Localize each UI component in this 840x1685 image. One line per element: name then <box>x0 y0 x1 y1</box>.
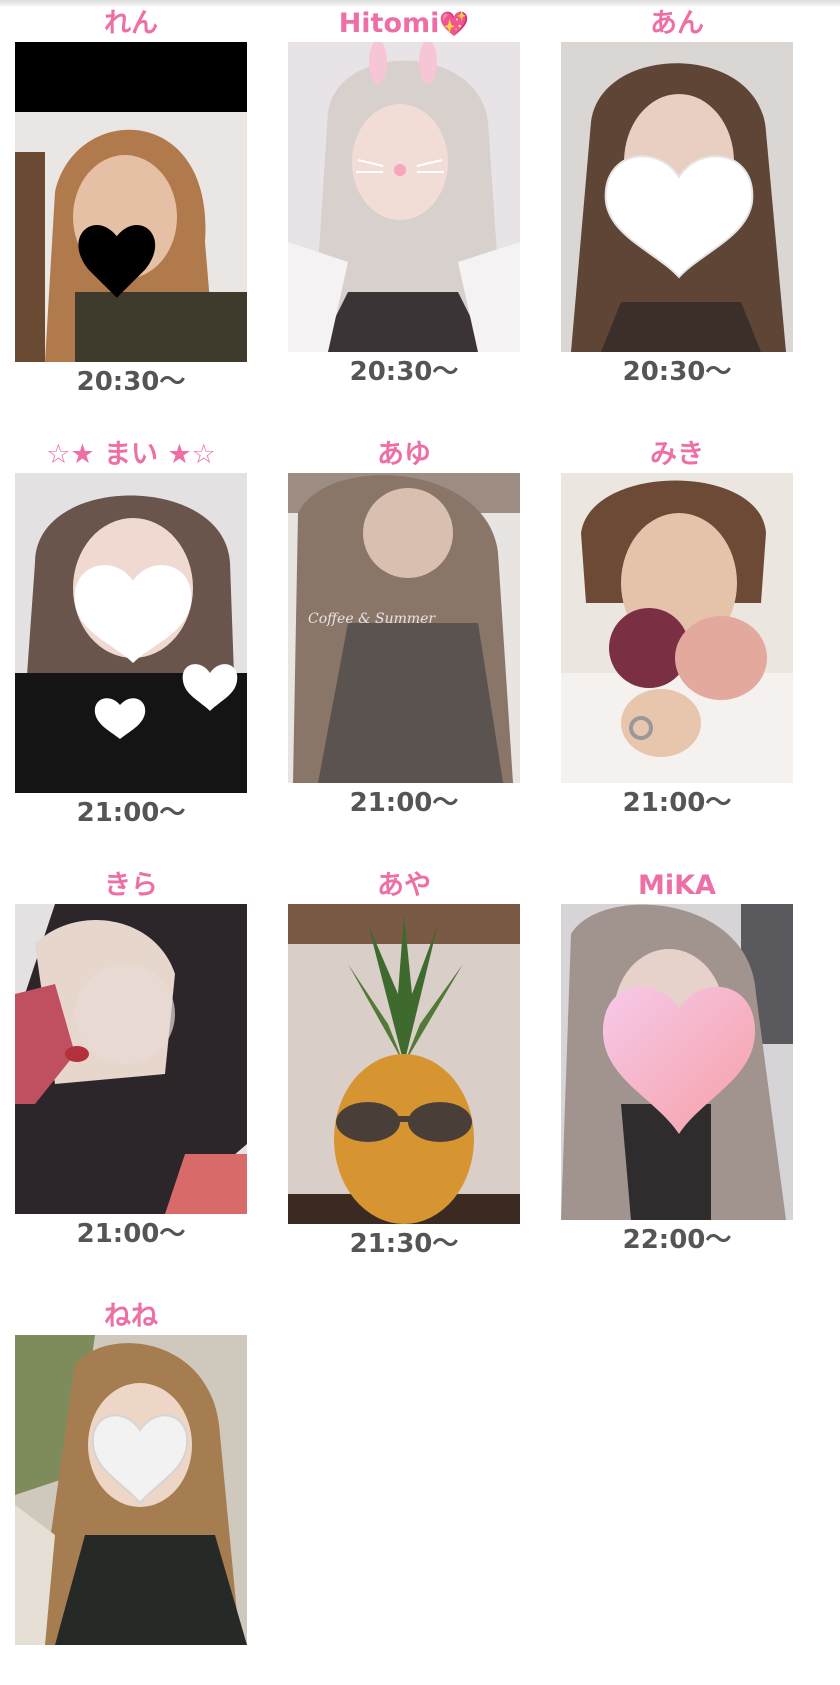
cast-start-time: 21:30〜 <box>349 1229 459 1259</box>
svg-text:Coffee & Summer: Coffee & Summer <box>308 611 436 627</box>
cast-photo[interactable] <box>561 473 793 783</box>
photo-image <box>561 473 793 783</box>
cast-start-time: 21:00〜 <box>76 1219 186 1249</box>
cast-photo[interactable] <box>288 904 520 1224</box>
cast-name[interactable]: れん <box>13 6 249 42</box>
cast-name[interactable]: きら <box>13 868 249 904</box>
cast-card-3[interactable]: ☆★ まい ★☆ 21:00〜 <box>13 437 249 833</box>
photo-image <box>288 904 520 1224</box>
cast-name[interactable]: あん <box>559 6 795 42</box>
cast-card-5[interactable]: みき 21:00〜 <box>559 437 795 823</box>
heart-badge-icon: 💖 <box>439 10 470 38</box>
photo-image <box>15 42 247 362</box>
cast-photo[interactable] <box>15 473 247 793</box>
photo-image <box>561 904 793 1220</box>
cast-name[interactable]: あゆ <box>286 437 522 473</box>
cast-photo[interactable] <box>561 904 793 1220</box>
cast-card-8[interactable]: MiKA 22:00〜 <box>559 868 795 1260</box>
cast-photo[interactable]: Coffee & Summer <box>288 473 520 783</box>
photo-image <box>15 1335 247 1645</box>
cast-photo[interactable] <box>15 42 247 362</box>
cast-photo[interactable] <box>15 1335 247 1645</box>
photo-image <box>561 42 793 352</box>
cast-start-time: 20:30〜 <box>76 367 186 397</box>
cast-name[interactable]: MiKA <box>559 868 795 904</box>
cast-start-time: 21:00〜 <box>349 788 459 818</box>
cast-name[interactable]: みき <box>559 437 795 473</box>
photo-image <box>288 42 520 352</box>
cast-card-1[interactable]: Hitomi💖 20:30〜 <box>286 6 522 392</box>
cast-name[interactable]: あや <box>286 868 522 904</box>
cast-name[interactable]: Hitomi <box>339 8 440 39</box>
cast-name[interactable]: ☆★ まい ★☆ <box>13 437 249 473</box>
cast-start-time: 21:00〜 <box>76 798 186 828</box>
photo-image: Coffee & Summer <box>288 473 520 783</box>
cast-card-6[interactable]: きら 21:00〜 <box>13 868 249 1254</box>
cast-start-time: 22:00〜 <box>622 1225 732 1255</box>
photo-image <box>15 904 247 1214</box>
cast-start-time: 20:30〜 <box>349 357 459 387</box>
cast-name[interactable]: ねね <box>13 1299 249 1335</box>
cast-photo[interactable] <box>15 904 247 1214</box>
cast-card-0[interactable]: れん 20:30〜 <box>13 6 249 402</box>
cast-card-9[interactable]: ねね <box>13 1299 249 1685</box>
cast-start-time: 21:00〜 <box>622 788 732 818</box>
cast-start-time <box>13 1645 249 1685</box>
cast-card-4[interactable]: あゆ Coffee & Summer 21:00〜 <box>286 437 522 823</box>
cast-card-2[interactable]: あん 20:30〜 <box>559 6 795 392</box>
cast-name-wrap[interactable]: Hitomi💖 <box>286 6 522 42</box>
cast-photo[interactable] <box>561 42 793 352</box>
photo-image <box>15 473 247 793</box>
cast-card-7[interactable]: あや 21:30〜 <box>286 868 522 1264</box>
cast-photo[interactable] <box>288 42 520 352</box>
cast-start-time: 20:30〜 <box>622 357 732 387</box>
